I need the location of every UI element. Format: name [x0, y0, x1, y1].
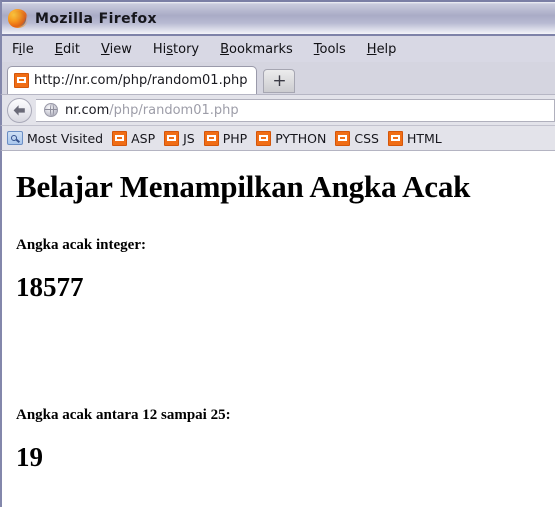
menu-item-file[interactable]: File	[12, 42, 34, 57]
page-favicon-icon	[335, 130, 351, 146]
firefox-logo-icon	[8, 9, 28, 29]
page-content: Belajar Menampilkan Angka Acak Angka aca…	[0, 151, 555, 507]
page-favicon-icon	[14, 73, 29, 88]
page-favicon-icon	[112, 130, 128, 146]
bookmark-label: CSS	[354, 130, 379, 146]
tab-strip: http://nr.com/php/random01.php +	[0, 62, 555, 94]
bookmark-label: JS	[183, 130, 195, 146]
bookmark-most-visited[interactable]: Most Visited	[7, 131, 103, 146]
bookmark-js[interactable]: JS	[164, 130, 195, 146]
back-arrow-icon[interactable]	[7, 97, 32, 123]
url-path: /php/random01.php	[109, 102, 239, 118]
browser-tab-active[interactable]: http://nr.com/php/random01.php	[7, 66, 258, 94]
page-favicon-icon	[387, 130, 403, 146]
menu-item-view[interactable]: View	[101, 42, 132, 57]
address-bar[interactable]: nr.com/php/random01.php	[36, 98, 555, 122]
globe-icon	[44, 103, 58, 117]
page-favicon-icon	[256, 130, 272, 146]
navigation-toolbar: nr.com/php/random01.php	[0, 94, 555, 125]
menu-item-tools[interactable]: Tools	[314, 42, 346, 57]
bookmark-php[interactable]: PHP	[203, 130, 248, 146]
folder-search-icon	[7, 131, 23, 145]
browser-window: Mozilla Firefox File Edit View History B…	[0, 0, 555, 507]
section-label-integer: Angka acak integer:	[16, 236, 146, 253]
bookmark-label: ASP	[131, 130, 156, 146]
bookmark-label: Most Visited	[27, 130, 104, 146]
bookmark-asp[interactable]: ASP	[112, 130, 156, 146]
page-title: Belajar Menampilkan Angka Acak	[16, 169, 471, 204]
title-bar: Mozilla Firefox	[0, 0, 555, 36]
address-bar-text: nr.com/php/random01.php	[65, 103, 239, 118]
window-title: Mozilla Firefox	[35, 11, 157, 27]
bookmarks-toolbar: Most Visited ASP JS PHP PYTHON CSS HTML	[0, 125, 555, 151]
url-host: nr.com	[65, 102, 110, 118]
bookmark-html[interactable]: HTML	[387, 130, 442, 146]
bookmark-label: PYTHON	[275, 130, 327, 146]
menu-item-history[interactable]: History	[153, 42, 199, 57]
page-favicon-icon	[164, 130, 180, 146]
page-favicon-icon	[203, 130, 219, 146]
menu-item-edit[interactable]: Edit	[55, 42, 80, 57]
menu-bar: File Edit View History Bookmarks Tools H…	[0, 36, 555, 62]
bookmark-label: HTML	[406, 130, 442, 146]
bookmark-python[interactable]: PYTHON	[256, 130, 327, 146]
bookmark-css[interactable]: CSS	[335, 130, 379, 146]
random-integer-value: 18577	[16, 271, 84, 302]
random-range-value: 19	[16, 441, 43, 472]
bookmark-label: PHP	[222, 130, 248, 146]
section-label-range: Angka acak antara 12 sampai 25:	[16, 406, 231, 423]
menu-item-help[interactable]: Help	[367, 42, 397, 57]
menu-item-bookmarks[interactable]: Bookmarks	[220, 42, 293, 57]
tab-label: http://nr.com/php/random01.php	[34, 73, 248, 88]
new-tab-button[interactable]: +	[263, 69, 296, 93]
